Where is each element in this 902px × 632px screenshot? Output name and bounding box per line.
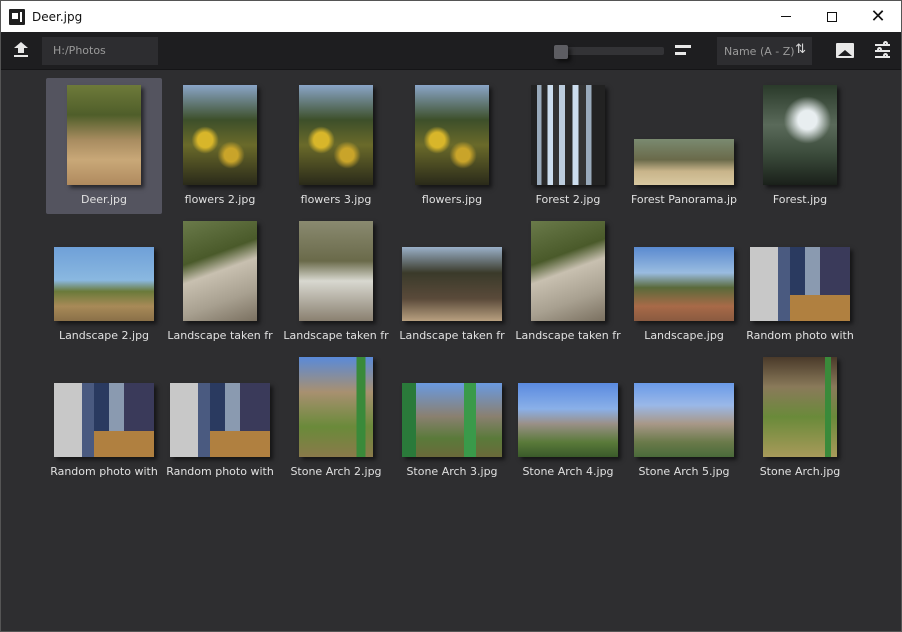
thumbnail-tile[interactable]: Random photo with — [46, 350, 162, 486]
sort-direction-icon[interactable]: ⇅ — [795, 42, 806, 57]
thumbnail-image[interactable] — [634, 247, 734, 321]
close-icon: ✕ — [870, 6, 886, 27]
thumbnail-tile[interactable]: flowers 2.jpg — [162, 78, 278, 214]
window-title: Deer.jpg — [32, 9, 83, 24]
thumbnail-label: Landscape.jpg — [644, 329, 724, 342]
thumbnail-tile[interactable]: Forest.jpg — [742, 78, 858, 214]
thumbnail-tile[interactable]: Random photo with — [742, 214, 858, 350]
thumbnail-image[interactable] — [763, 85, 837, 185]
thumbnail-label: Random photo with — [166, 465, 274, 478]
thumbnail-label: Random photo with — [50, 465, 158, 478]
thumbnail-label: Forest 2.jpg — [535, 193, 601, 206]
thumbnail-tile[interactable]: Landscape taken fr — [394, 214, 510, 350]
minimize-button[interactable] — [763, 1, 809, 32]
thumbnail-image[interactable] — [299, 357, 373, 457]
thumbnail-label: Landscape taken fr — [167, 329, 273, 342]
thumbnail-grid: Deer.jpg flowers 2.jpg flowers 3.jpg flower… — [1, 71, 901, 631]
thumbnail-label: Landscape 2.jpg — [58, 329, 150, 342]
upload-button[interactable] — [11, 41, 31, 61]
thumbnail-image[interactable] — [67, 85, 141, 185]
sort-dropdown[interactable]: Name (A - Z) ⇅ — [717, 37, 812, 65]
thumbnail-label: Stone Arch 4.jpg — [522, 465, 614, 478]
thumbnail-tile[interactable]: Landscape taken fr — [510, 214, 626, 350]
thumbnail-tile[interactable]: Landscape taken fr — [278, 214, 394, 350]
thumbnail-image[interactable] — [183, 85, 257, 185]
toolbar: Name (A - Z) ⇅ — [1, 32, 901, 70]
thumbnail-label: flowers 3.jpg — [300, 193, 372, 206]
thumbnail-label: Random photo with — [746, 329, 854, 342]
thumbnail-image[interactable] — [415, 85, 489, 185]
thumbnail-tile[interactable]: flowers 3.jpg — [278, 78, 394, 214]
thumbnail-label: flowers 2.jpg — [184, 193, 256, 206]
thumbnail-tile[interactable]: Random photo with — [162, 350, 278, 486]
thumbnail-tile[interactable]: Stone Arch 5.jpg — [626, 350, 742, 486]
thumbnail-label: Landscape taken fr — [515, 329, 621, 342]
thumbnail-label: flowers.jpg — [421, 193, 483, 206]
slider-thumb[interactable] — [554, 45, 568, 59]
image-view-button[interactable] — [836, 43, 854, 58]
thumbnail-label: Forest Panorama.jp — [630, 193, 738, 206]
thumbnail-tile[interactable]: Deer.jpg — [46, 78, 162, 214]
thumbnail-tile[interactable]: Forest Panorama.jp — [626, 78, 742, 214]
maximize-button[interactable] — [809, 1, 855, 32]
thumbnail-label: Stone Arch 5.jpg — [638, 465, 730, 478]
thumbnail-image[interactable] — [634, 383, 734, 457]
thumbnail-image[interactable] — [183, 221, 257, 321]
thumbnail-image[interactable] — [634, 139, 734, 185]
slider-track[interactable] — [554, 47, 664, 55]
thumbnail-size-slider[interactable] — [554, 45, 664, 59]
thumbnail-tile[interactable]: Stone Arch 3.jpg — [394, 350, 510, 486]
thumbnail-tile[interactable]: Stone Arch 2.jpg — [278, 350, 394, 486]
thumbnail-image[interactable] — [531, 221, 605, 321]
thumbnail-tile[interactable]: Landscape taken fr — [162, 214, 278, 350]
minimize-icon — [781, 16, 791, 17]
thumbnail-tile[interactable]: flowers.jpg — [394, 78, 510, 214]
thumbnail-label: Landscape taken fr — [399, 329, 505, 342]
thumbnail-tile[interactable]: Stone Arch 4.jpg — [510, 350, 626, 486]
window-controls: ✕ — [763, 1, 901, 32]
close-button[interactable]: ✕ — [855, 1, 901, 32]
thumbnail-image[interactable] — [531, 85, 605, 185]
thumbnail-label: Stone Arch 2.jpg — [290, 465, 382, 478]
thumbnail-image[interactable] — [170, 383, 270, 457]
image-viewer-window: Deer.jpg ✕ Name (A - Z) ⇅ — [0, 0, 902, 632]
thumbnail-image[interactable] — [299, 221, 373, 321]
thumbnail-image[interactable] — [763, 357, 837, 457]
thumbnail-label: Landscape taken fr — [283, 329, 389, 342]
thumbnail-image[interactable] — [54, 383, 154, 457]
thumbnail-tile[interactable]: Stone Arch.jpg — [742, 350, 858, 486]
title-bar: Deer.jpg ✕ — [1, 1, 901, 32]
thumbnail-image[interactable] — [402, 247, 502, 321]
folder-path-input[interactable] — [42, 37, 158, 65]
app-icon — [9, 8, 25, 25]
thumbnail-image[interactable] — [750, 247, 850, 321]
thumbnail-image[interactable] — [54, 247, 154, 321]
thumbnail-label: Stone Arch 3.jpg — [406, 465, 498, 478]
thumbnail-image[interactable] — [402, 383, 502, 457]
thumbnail-image[interactable] — [299, 85, 373, 185]
thumbnail-label: Deer.jpg — [80, 193, 128, 206]
thumbnail-label: Forest.jpg — [772, 193, 828, 206]
view-mode-button[interactable] — [673, 43, 695, 59]
sort-label: Name (A - Z) — [724, 44, 795, 58]
thumbnail-tile[interactable]: Landscape 2.jpg — [46, 214, 162, 350]
settings-button[interactable] — [874, 41, 892, 60]
thumbnail-tile[interactable]: Landscape.jpg — [626, 214, 742, 350]
thumbnail-image[interactable] — [518, 383, 618, 457]
maximize-icon — [827, 11, 837, 22]
thumbnail-tile[interactable]: Forest 2.jpg — [510, 78, 626, 214]
thumbnail-label: Stone Arch.jpg — [759, 465, 841, 478]
